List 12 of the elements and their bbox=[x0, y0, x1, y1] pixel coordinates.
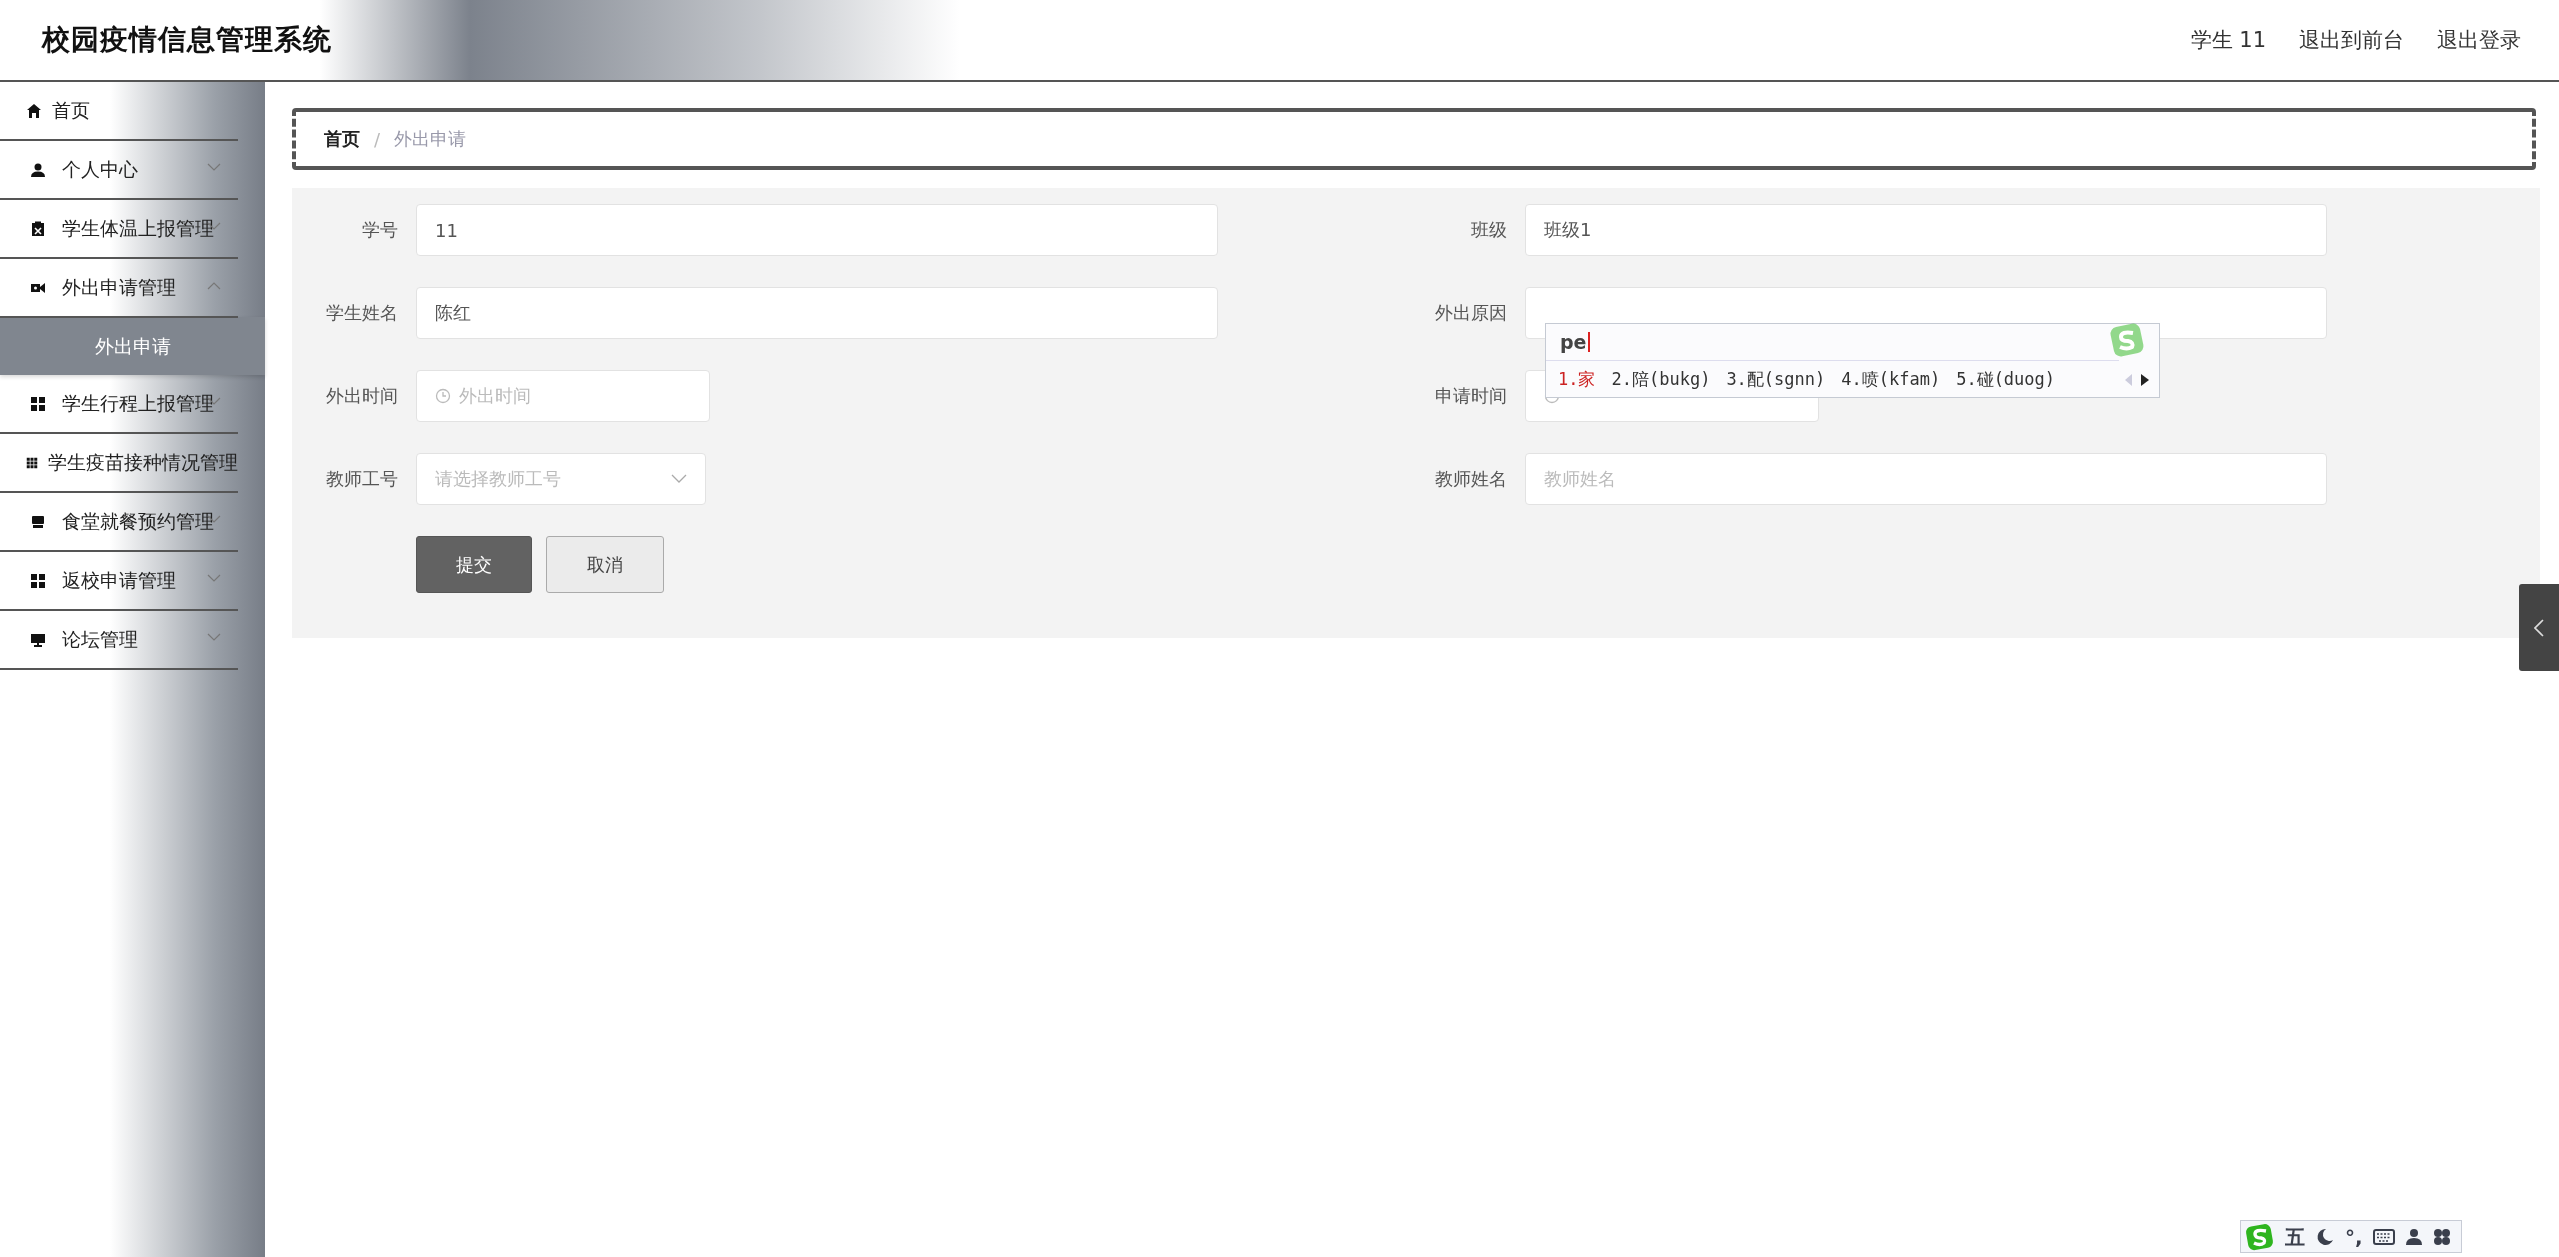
field-label: 学生姓名 bbox=[325, 301, 398, 325]
composition-text: pe bbox=[1560, 332, 1590, 352]
field-label: 班级 bbox=[1470, 218, 1507, 242]
field-label: 学号 bbox=[361, 218, 398, 242]
breadcrumb-separator: / bbox=[374, 128, 381, 150]
field-label: 教师姓名 bbox=[1434, 467, 1507, 491]
field-label: 教师工号 bbox=[325, 467, 398, 491]
field-label: 申请时间 bbox=[1434, 384, 1507, 408]
field-label: 外出时间 bbox=[325, 384, 398, 408]
user-name: 学生 11 bbox=[2190, 27, 2266, 54]
app-title: 校园疫情信息管理系统 bbox=[42, 22, 332, 58]
field-label: 外出原因 bbox=[1434, 301, 1507, 325]
